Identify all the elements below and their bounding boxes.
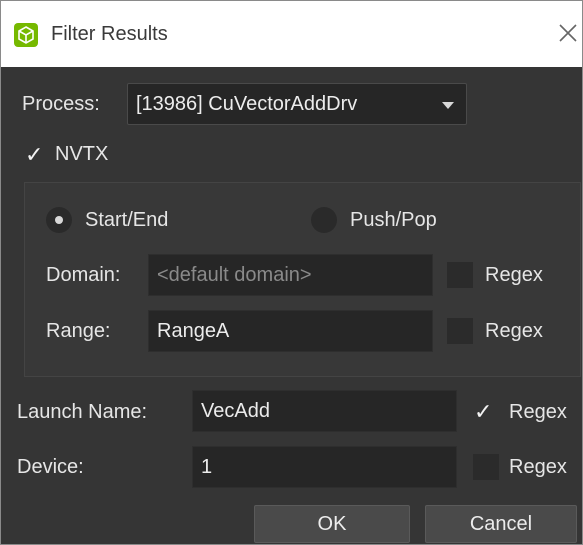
window-title: Filter Results	[51, 23, 168, 45]
nvtx-checkbox[interactable]: ✓	[24, 142, 50, 168]
filter-results-dialog: Filter Results Process: [13986] CuVector…	[0, 0, 583, 545]
checkmark-icon: ✓	[25, 142, 44, 167]
domain-regex-checkbox[interactable]	[447, 262, 473, 288]
range-regex-checkbox[interactable]	[447, 318, 473, 344]
start-end-radio[interactable]	[46, 207, 72, 233]
checkmark-icon: ✓	[474, 399, 493, 424]
domain-label: Domain:	[46, 264, 121, 286]
launch-name-field[interactable]	[192, 390, 457, 432]
launch-name-label: Launch Name:	[17, 401, 148, 423]
range-label: Range:	[46, 320, 111, 342]
range-regex-label: Regex	[485, 320, 543, 342]
device-regex-label: Regex	[509, 456, 567, 478]
device-label: Device:	[17, 456, 84, 478]
device-field[interactable]	[192, 446, 457, 488]
process-selected-value: [13986] CuVectorAddDrv	[136, 93, 358, 115]
ok-button[interactable]: OK	[254, 505, 410, 543]
range-field[interactable]	[148, 310, 433, 352]
nvtx-label: NVTX	[55, 143, 109, 165]
domain-regex-label: Regex	[485, 264, 543, 286]
push-pop-radio[interactable]	[311, 207, 337, 233]
process-dropdown[interactable]: [13986] CuVectorAddDrv	[127, 83, 467, 125]
push-pop-label: Push/Pop	[350, 209, 437, 231]
process-label: Process:	[22, 93, 100, 115]
launch-name-regex-checkbox[interactable]: ✓	[473, 399, 499, 425]
cube-icon	[14, 23, 38, 47]
domain-field[interactable]	[148, 254, 433, 296]
cancel-button[interactable]: Cancel	[425, 505, 577, 543]
start-end-label: Start/End	[85, 209, 169, 231]
device-regex-checkbox[interactable]	[473, 454, 499, 480]
title-bar: Filter Results	[1, 1, 582, 67]
close-icon[interactable]	[554, 17, 582, 51]
chevron-down-icon	[442, 102, 454, 109]
radio-selected-dot	[55, 216, 63, 224]
launch-name-regex-label: Regex	[509, 401, 567, 423]
